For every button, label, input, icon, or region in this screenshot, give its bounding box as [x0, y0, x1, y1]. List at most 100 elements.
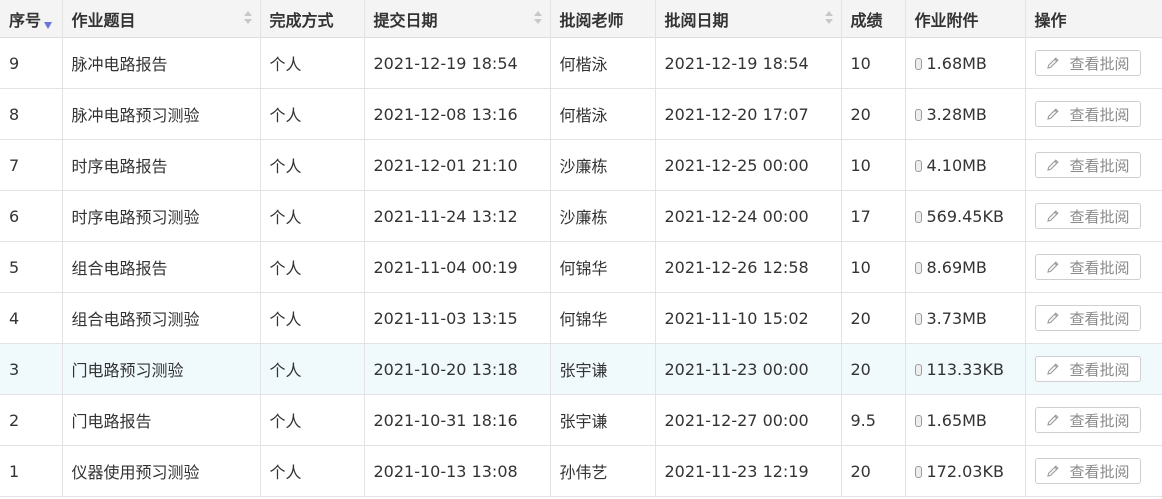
view-review-button[interactable]: 查看批阅: [1034, 101, 1141, 127]
cell-score: 17: [841, 190, 906, 242]
cell-attachment[interactable]: 3.73MB: [905, 292, 1026, 344]
view-review-button[interactable]: 查看批阅: [1034, 458, 1141, 484]
cell-attachment[interactable]: 569.45KB: [905, 190, 1026, 242]
cell-submit-date: 2021-11-04 00:19: [364, 241, 551, 293]
col-header-score: 成绩: [841, 0, 906, 38]
view-review-button[interactable]: 查看批阅: [1034, 203, 1141, 229]
table-row[interactable]: 6 时序电路预习测验 个人 2021-11-24 13:12 沙廉栋 2021-12-24…: [0, 190, 1162, 242]
col-header-title-label: 作业题目: [71, 10, 136, 30]
table-row[interactable]: 1 仪器使用预习测验 个人 2021-10-13 13:08 孙伟艺 2021-11-23…: [0, 445, 1162, 497]
cell-submit-date: 2021-12-08 13:16: [364, 88, 551, 140]
table-row[interactable]: 9 脉冲电路报告 个人 2021-12-19 18:54 何楷泳 2021-12-19 1…: [0, 37, 1162, 89]
attachment-size[interactable]: 3.73MB: [927, 309, 987, 328]
attachment-icon: [914, 414, 922, 427]
cell-score: 20: [841, 88, 906, 140]
attachment-size[interactable]: 1.68MB: [927, 54, 987, 73]
table-row[interactable]: 3 门电路预习测验 个人 2021-10-20 13:18 张宇谦 2021-11-23 …: [0, 343, 1162, 395]
cell-mode: 个人: [260, 139, 365, 191]
cell-attachment[interactable]: 1.68MB: [905, 37, 1026, 89]
view-review-label: 查看批阅: [1069, 258, 1130, 277]
view-review-button[interactable]: 查看批阅: [1034, 254, 1141, 280]
attachment-icon: [914, 465, 922, 478]
attachment-size[interactable]: 1.65MB: [927, 411, 987, 430]
cell-teacher: 何楷泳: [550, 37, 656, 89]
view-review-label: 查看批阅: [1069, 411, 1130, 430]
cell-mode: 个人: [260, 343, 365, 395]
attachment-size[interactable]: 113.33KB: [927, 360, 1004, 379]
cell-title: 门电路预习测验: [62, 343, 261, 395]
col-header-teacher-label: 批阅老师: [559, 10, 624, 30]
sort-icon[interactable]: [243, 9, 252, 27]
view-review-button[interactable]: 查看批阅: [1034, 305, 1141, 331]
col-header-review-date-label: 批阅日期: [664, 10, 729, 30]
sort-icon[interactable]: [533, 9, 542, 27]
table-row[interactable]: 7 时序电路报告 个人 2021-12-01 21:10 沙廉栋 2021-12-25 0…: [0, 139, 1162, 191]
attachment-size[interactable]: 569.45KB: [927, 207, 1004, 226]
cell-attachment[interactable]: 8.69MB: [905, 241, 1026, 293]
table-body: 9 脉冲电路报告 个人 2021-12-19 18:54 何楷泳 2021-12-19 1…: [0, 37, 1162, 497]
table-row[interactable]: 5 组合电路报告 个人 2021-11-04 00:19 何锦华 2021-12-26 1…: [0, 241, 1162, 293]
cell-teacher: 沙廉栋: [550, 190, 656, 242]
cell-score: 10: [841, 37, 906, 89]
cell-submit-date: 2021-10-20 13:18: [364, 343, 551, 395]
cell-score: 10: [841, 241, 906, 293]
view-review-label: 查看批阅: [1069, 309, 1130, 328]
cell-teacher: 何楷泳: [550, 88, 656, 140]
cell-attachment[interactable]: 172.03KB: [905, 445, 1026, 497]
attachment-size[interactable]: 8.69MB: [927, 258, 987, 277]
sort-icon[interactable]: [824, 9, 833, 27]
cell-action: 查看批阅: [1025, 190, 1162, 242]
col-header-title[interactable]: 作业题目: [62, 0, 261, 38]
cell-attachment[interactable]: 3.28MB: [905, 88, 1026, 140]
attachment-size[interactable]: 4.10MB: [927, 156, 987, 175]
attachment-icon: [914, 108, 922, 121]
pencil-icon: [1046, 363, 1059, 375]
view-review-label: 查看批阅: [1069, 360, 1130, 379]
cell-title: 门电路报告: [62, 394, 261, 446]
cell-attachment[interactable]: 113.33KB: [905, 343, 1026, 395]
view-review-button[interactable]: 查看批阅: [1034, 407, 1141, 433]
cell-score: 9.5: [841, 394, 906, 446]
col-header-submit-date[interactable]: 提交日期: [364, 0, 551, 38]
cell-index: 4: [0, 292, 63, 344]
view-review-button[interactable]: 查看批阅: [1034, 356, 1141, 382]
cell-title: 脉冲电路预习测验: [62, 88, 261, 140]
cell-index: 5: [0, 241, 63, 293]
view-review-label: 查看批阅: [1069, 54, 1130, 73]
cell-submit-date: 2021-12-01 21:10: [364, 139, 551, 191]
cell-teacher: 沙廉栋: [550, 139, 656, 191]
col-header-review-date[interactable]: 批阅日期: [655, 0, 842, 38]
cell-action: 查看批阅: [1025, 139, 1162, 191]
col-header-mode-label: 完成方式: [269, 10, 334, 30]
pencil-icon: [1046, 312, 1059, 324]
cell-review-date: 2021-12-19 18:54: [655, 37, 842, 89]
col-header-mode: 完成方式: [260, 0, 365, 38]
col-header-index-label: 序号: [9, 10, 42, 30]
cell-review-date: 2021-12-27 00:00: [655, 394, 842, 446]
cell-review-date: 2021-11-10 15:02: [655, 292, 842, 344]
cell-attachment[interactable]: 1.65MB: [905, 394, 1026, 446]
cell-teacher: 张宇谦: [550, 394, 656, 446]
cell-score: 10: [841, 139, 906, 191]
cell-action: 查看批阅: [1025, 37, 1162, 89]
cell-title: 脉冲电路报告: [62, 37, 261, 89]
table-row[interactable]: 8 脉冲电路预习测验 个人 2021-12-08 13:16 何楷泳 2021-12-20…: [0, 88, 1162, 140]
view-review-button[interactable]: 查看批阅: [1034, 152, 1141, 178]
table-row[interactable]: 4 组合电路预习测验 个人 2021-11-03 13:15 何锦华 2021-11-10…: [0, 292, 1162, 344]
cell-mode: 个人: [260, 241, 365, 293]
attachment-size[interactable]: 3.28MB: [927, 105, 987, 124]
cell-teacher: 何锦华: [550, 292, 656, 344]
attachment-icon: [914, 363, 922, 376]
cell-mode: 个人: [260, 292, 365, 344]
cell-index: 6: [0, 190, 63, 242]
view-review-label: 查看批阅: [1069, 105, 1130, 124]
cell-submit-date: 2021-11-03 13:15: [364, 292, 551, 344]
view-review-button[interactable]: 查看批阅: [1034, 50, 1141, 76]
col-header-index[interactable]: 序号: [0, 0, 63, 38]
cell-title: 组合电路预习测验: [62, 292, 261, 344]
cell-attachment[interactable]: 4.10MB: [905, 139, 1026, 191]
cell-submit-date: 2021-10-31 18:16: [364, 394, 551, 446]
attachment-size[interactable]: 172.03KB: [927, 462, 1004, 481]
sort-desc-icon[interactable]: [44, 21, 53, 29]
table-row[interactable]: 2 门电路报告 个人 2021-10-31 18:16 张宇谦 2021-12-27 00…: [0, 394, 1162, 446]
